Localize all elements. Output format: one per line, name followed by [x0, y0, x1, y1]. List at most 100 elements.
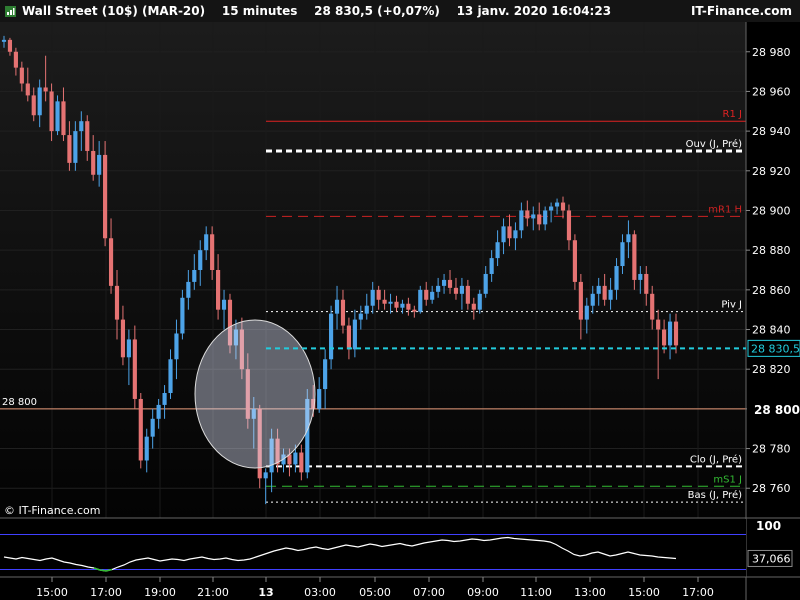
y-tick-label: 28 960: [752, 85, 791, 98]
candle-body: [186, 281, 191, 298]
datetime: 13 janv. 2020 16:04:23: [456, 4, 612, 18]
candle-body: [7, 39, 13, 52]
y-tick-label: 28 980: [752, 46, 791, 59]
candle-body: [614, 266, 619, 290]
candle-body: [459, 285, 464, 294]
y-tick-label: 28 760: [752, 482, 791, 495]
candle-body: [424, 289, 429, 300]
x-tick-label: 09:00: [467, 586, 499, 599]
highlight-ellipse: [194, 319, 316, 469]
candle-body: [174, 333, 179, 360]
chart-logo-icon: [5, 6, 16, 17]
candle-body: [507, 226, 512, 239]
x-tick-label: 11:00: [520, 586, 552, 599]
candle-body: [525, 210, 530, 219]
candle-body: [138, 398, 143, 461]
candle-body: [19, 67, 24, 84]
candle-body: [560, 202, 566, 211]
candle-body: [513, 230, 518, 239]
candle-body: [644, 273, 649, 294]
y-tick-label: 28 840: [752, 324, 791, 337]
candle-body: [543, 210, 548, 225]
candle-body: [323, 359, 328, 390]
candle-body: [667, 321, 673, 346]
osc-last-label: 37,066: [752, 552, 791, 565]
candle-body: [108, 238, 114, 286]
candle-body: [180, 297, 185, 334]
x-tick-label: 13:00: [574, 586, 606, 599]
candle-body: [632, 234, 637, 280]
candle-body: [495, 242, 500, 259]
candle-body: [328, 313, 334, 360]
candle-body: [43, 87, 48, 92]
x-tick-label: 21:00: [197, 586, 229, 599]
y-tick-label: 28 880: [752, 244, 791, 257]
candle-body: [67, 135, 72, 163]
oscillator-background: [0, 519, 746, 577]
x-tick-label: 15:00: [628, 586, 660, 599]
candle-body: [13, 51, 18, 68]
candle-body: [221, 299, 227, 310]
candle-body: [126, 339, 131, 358]
candle-body: [91, 150, 96, 175]
candle-body: [441, 279, 447, 286]
candle-body: [537, 214, 542, 225]
candle-body: [114, 285, 120, 320]
candle-body: [198, 250, 203, 270]
candle-body: [566, 210, 572, 241]
candle-body: [37, 87, 42, 116]
candle-body: [400, 303, 405, 308]
candle-body: [103, 154, 108, 239]
chart-title: Wall Street (10$) (MAR-20) 15 minutes 28…: [22, 0, 611, 22]
level-label-left: 28 800: [2, 397, 37, 408]
candle-body: [584, 305, 589, 320]
candle-body: [352, 319, 357, 350]
candle-body: [572, 240, 577, 282]
level-label: Piv J: [721, 300, 742, 311]
candle-body: [216, 270, 221, 310]
chart-header: Wall Street (10$) (MAR-20) 15 minutes 28…: [0, 0, 800, 23]
candle-body: [31, 95, 36, 116]
candle-body: [662, 329, 667, 346]
x-tick-label: 17:00: [90, 586, 122, 599]
candle-body: [394, 301, 399, 308]
y-tick-label: 28 860: [752, 284, 791, 297]
candle-body: [626, 234, 631, 243]
y-tick-label: 28 780: [752, 443, 791, 456]
candle-body: [263, 472, 268, 479]
candle-body: [549, 206, 554, 211]
candle-body: [97, 154, 102, 175]
candle-body: [162, 393, 167, 405]
candle-body: [156, 404, 161, 419]
candle-body: [73, 131, 78, 163]
brand-name: IT-Finance.com: [690, 4, 792, 18]
candle-body: [590, 293, 595, 306]
candle-body: [144, 436, 149, 461]
candle-body: [120, 319, 126, 358]
level-label: Bas (J, Pré): [688, 489, 742, 501]
level-label: R1 J: [723, 109, 742, 120]
candle-body: [602, 285, 607, 300]
level-label: mR1 H: [708, 204, 742, 215]
candle-body: [85, 121, 90, 151]
candle-body: [204, 234, 209, 251]
candle-body: [293, 452, 298, 465]
candle-body: [656, 319, 661, 330]
current-price: 28 830,5 (+0,07%): [314, 4, 440, 18]
level-axis-label: 28 800: [754, 403, 800, 417]
candle-body: [650, 293, 655, 320]
x-tick-label: 19:00: [144, 586, 176, 599]
candle-body: [578, 281, 583, 320]
candle-body: [61, 101, 66, 136]
candle-body: [346, 325, 352, 350]
candle-body: [471, 303, 476, 310]
candle-body: [358, 313, 363, 320]
candle-body: [382, 299, 387, 304]
x-tick-label: 05:00: [359, 586, 391, 599]
price-chart[interactable]: R1 J Ouv (J, Pré) mR1 H Piv J 28 800 Clo (J, …: [0, 22, 800, 600]
candle-body: [596, 285, 601, 294]
timeframe: 15 minutes: [221, 4, 298, 18]
candle-body: [334, 299, 340, 314]
candle-body: [673, 321, 679, 346]
candle-body: [49, 91, 54, 132]
